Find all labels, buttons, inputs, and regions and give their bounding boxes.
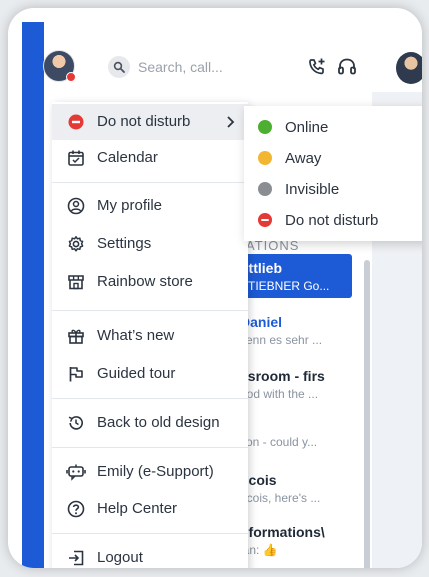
status-option-invisible[interactable]: Invisible	[244, 174, 422, 204]
phone-add-icon[interactable]	[306, 56, 328, 78]
menu-divider	[52, 310, 248, 311]
conversation-snippet: ncois, here's ...	[240, 491, 321, 505]
menu-item-label: Back to old design	[97, 414, 220, 431]
conversation-title: ssroom - firs	[240, 368, 325, 384]
app-window: ATIONS ottlieb STIEBNER Go... Daniel ven…	[22, 22, 422, 568]
conversation-title: Daniel	[240, 314, 283, 330]
status-dot	[258, 213, 272, 227]
menu-item-label: Settings	[97, 235, 152, 252]
conversation-item[interactable]: tion - could y...	[234, 428, 352, 454]
left-rail	[22, 22, 44, 568]
search-icon[interactable]	[108, 56, 130, 78]
flag-icon	[66, 364, 86, 384]
menu-item-label: My profile	[97, 197, 163, 214]
menu-item-logout[interactable]: Logout	[52, 540, 248, 568]
history-icon	[66, 413, 86, 433]
menu-divider	[52, 533, 248, 534]
menu-item-calendar[interactable]: Calendar	[52, 140, 248, 176]
contact-avatar[interactable]	[396, 52, 422, 84]
menu-item-label: Do not disturb	[97, 113, 191, 130]
conversation-title: ncois	[240, 472, 277, 488]
chevron-right-icon	[224, 114, 238, 130]
conversation-title: ottlieb	[240, 260, 282, 276]
menu-item-status[interactable]: Do not disturb	[52, 104, 248, 140]
status-submenu: Online Away Invisible Do not disturb	[244, 106, 422, 241]
conversation-title: nformations\	[240, 524, 325, 540]
menu-item-my-profile[interactable]: My profile	[52, 188, 248, 224]
status-dot	[258, 120, 272, 134]
menu-item-settings[interactable]: Settings	[52, 226, 248, 262]
status-dot	[258, 151, 272, 165]
calendar-icon	[66, 148, 86, 168]
menu-item-rainbow-store[interactable]: Rainbow store	[52, 264, 248, 300]
status-option-label: Do not disturb	[285, 212, 379, 229]
menu-item-label: Calendar	[97, 149, 158, 166]
menu-item-label: Emily (e-Support)	[97, 463, 214, 480]
gift-icon	[66, 326, 86, 346]
menu-divider	[52, 398, 248, 399]
gear-icon	[66, 234, 86, 254]
conversation-snippet: venn es sehr ...	[240, 333, 323, 347]
status-dot	[258, 182, 272, 196]
menu-divider	[52, 182, 248, 183]
menu-divider	[52, 447, 248, 448]
status-option-label: Away	[285, 150, 322, 167]
menu-item-help-center[interactable]: Help Center	[52, 491, 248, 527]
logout-icon	[66, 548, 86, 568]
conversation-snippet: STIEBNER Go...	[240, 279, 330, 293]
help-icon	[66, 499, 86, 519]
menu-item-label: What’s new	[97, 327, 175, 344]
chatbot-icon	[66, 462, 86, 482]
conversation-snippet: tion - could y...	[240, 435, 318, 449]
menu-item-label: Rainbow store	[97, 273, 193, 290]
conversation-snippet: ood with the ...	[240, 387, 319, 401]
menu-item-whats-new[interactable]: What’s new	[52, 318, 248, 354]
status-option-online[interactable]: Online	[244, 112, 422, 142]
app-frame: ATIONS ottlieb STIEBNER Go... Daniel ven…	[8, 8, 422, 568]
status-option-do-not-disturb[interactable]: Do not disturb	[244, 205, 422, 235]
status-option-label: Online	[285, 119, 329, 136]
conversation-item[interactable]: ssroom - firs ood with the ...	[234, 364, 352, 408]
conversation-scrollbar[interactable]	[364, 260, 370, 568]
conversation-item[interactable]: Daniel venn es sehr ...	[234, 310, 352, 354]
menu-item-e-support[interactable]: Emily (e-Support)	[52, 454, 248, 490]
do-not-disturb-icon	[66, 112, 86, 132]
store-icon	[66, 272, 86, 292]
menu-item-guided-tour[interactable]: Guided tour	[52, 356, 248, 392]
status-option-label: Invisible	[285, 181, 340, 198]
menu-item-back-to-old-design[interactable]: Back to old design	[52, 405, 248, 441]
status-badge	[66, 72, 76, 82]
menu-item-label: Guided tour	[97, 365, 176, 382]
status-option-away[interactable]: Away	[244, 143, 422, 173]
conversation-item[interactable]: nformations\ jan: 👍	[234, 520, 352, 564]
menu-item-label: Help Center	[97, 500, 178, 517]
conversation-item[interactable]: ncois ncois, here's ...	[234, 468, 352, 512]
menu-item-label: Logout	[97, 549, 143, 566]
search-box[interactable]	[108, 52, 272, 82]
headset-icon[interactable]	[336, 56, 358, 78]
top-bar	[80, 42, 410, 90]
user-menu: Do not disturb Calendar My profile Setti…	[52, 102, 248, 568]
search-input[interactable]	[136, 58, 260, 76]
conversation-snippet: jan: 👍	[240, 543, 278, 557]
profile-icon	[66, 196, 86, 216]
conversation-item[interactable]: ottlieb STIEBNER Go...	[234, 254, 352, 298]
